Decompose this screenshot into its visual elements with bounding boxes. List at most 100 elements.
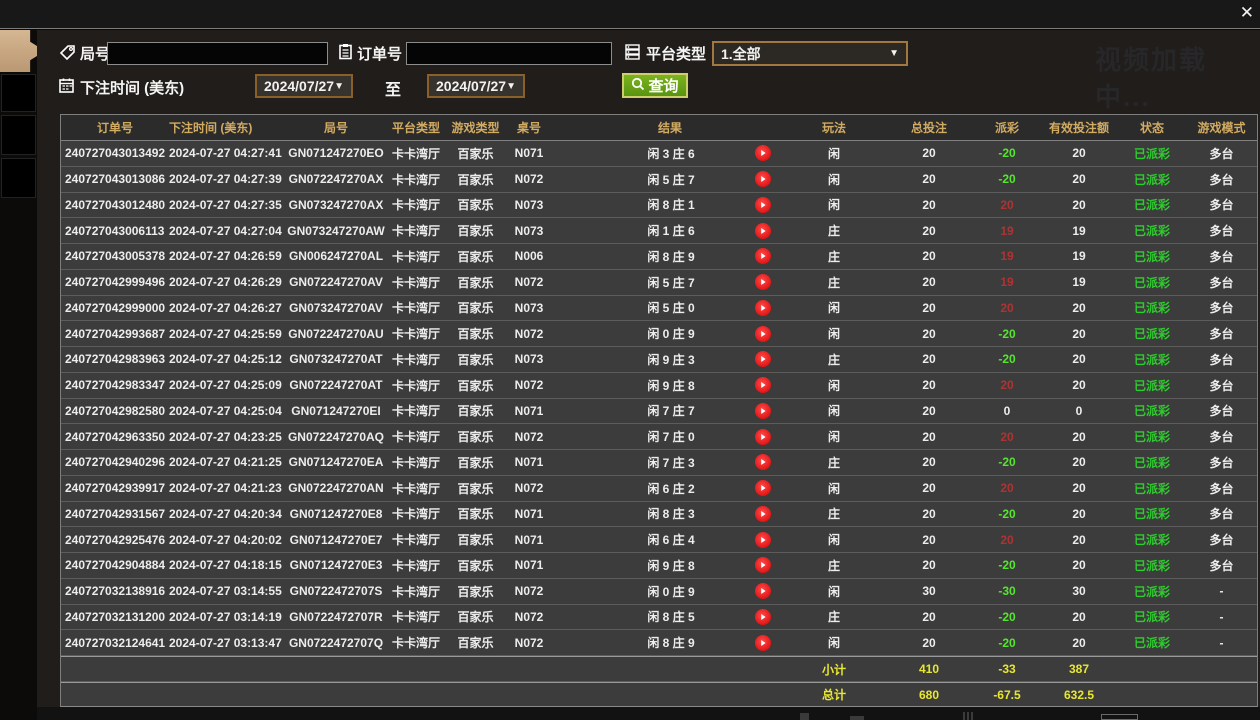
bet-side: 庄 [827, 455, 840, 470]
bet-time: 2024-07-27 04:26:29 [169, 275, 282, 290]
date-to-select[interactable]: 2024/07/27 ▼ [427, 74, 525, 98]
bet-time: 2024-07-27 04:27:35 [169, 197, 282, 212]
replay-video-icon[interactable] [755, 505, 771, 522]
payout: -20 [998, 172, 1016, 187]
replay-video-icon[interactable] [755, 608, 771, 625]
sidebar-item[interactable] [1, 115, 36, 155]
status: 已派彩 [1133, 327, 1170, 342]
window-titlebar: ✕ [0, 0, 1260, 29]
round-id: GN006247270AL [288, 249, 384, 264]
status: 已派彩 [1133, 172, 1170, 187]
game-type: 百家乐 [457, 636, 494, 651]
table-row: 240727042904884 2024-07-27 04:18:15 GN0712… [61, 553, 1257, 579]
replay-video-icon[interactable] [755, 634, 771, 651]
round-filter-label: 局号 [80, 46, 111, 63]
total-bet: 20 [922, 481, 936, 496]
replay-video-icon[interactable] [755, 248, 771, 265]
order-id: 240727043005378 [65, 249, 166, 264]
date-to-value: 2024/07/27 [436, 78, 507, 94]
replay-video-icon[interactable] [755, 325, 771, 342]
replay-video-icon[interactable] [755, 196, 771, 213]
result-text: 闲 5 庄 0 [647, 301, 695, 316]
replay-video-icon[interactable] [755, 351, 771, 368]
replay-video-icon[interactable] [755, 454, 771, 471]
result: 闲 5 庄 7 [554, 274, 786, 291]
total-bet: 20 [922, 146, 936, 161]
order-id: 240727043013086 [65, 172, 166, 187]
platform: 卡卡湾厅 [391, 249, 440, 264]
subtotal-total-bet: 410 [918, 662, 940, 676]
replay-video-icon[interactable] [755, 299, 771, 316]
replay-video-icon[interactable] [755, 480, 771, 497]
replay-video-icon[interactable] [755, 222, 771, 239]
sidebar-item[interactable] [1, 74, 36, 112]
game-type: 百家乐 [457, 455, 494, 470]
table-row: 240727032124641 2024-07-27 03:13:47 GN0722… [61, 630, 1257, 656]
valid-bet: 20 [1072, 352, 1086, 367]
result: 闲 7 庄 7 [554, 402, 786, 419]
bet-side: 闲 [827, 378, 840, 393]
valid-bet: 20 [1072, 635, 1086, 650]
payout: 20 [1000, 532, 1014, 547]
col-header-result: 结果 [657, 120, 682, 135]
bet-side: 闲 [827, 198, 840, 213]
order-input[interactable] [406, 42, 612, 65]
replay-video-icon[interactable] [755, 557, 771, 574]
status: 已派彩 [1133, 404, 1170, 419]
status: 已派彩 [1133, 224, 1170, 239]
bet-side: 闲 [827, 172, 840, 187]
date-from-select[interactable]: 2024/07/27 ▼ [255, 74, 353, 98]
round-id: GN072247270AV [289, 275, 383, 290]
close-icon[interactable]: ✕ [1240, 3, 1254, 23]
bet-side: 庄 [827, 610, 840, 625]
platform: 卡卡湾厅 [391, 584, 440, 599]
round-id: GN071247270EA [288, 455, 384, 470]
result-text: 闲 6 庄 2 [647, 481, 695, 496]
game-type: 百家乐 [457, 404, 494, 419]
table-no: N071 [514, 532, 544, 547]
platform: 卡卡湾厅 [391, 198, 440, 213]
table-row: 240727042940296 2024-07-27 04:21:25 GN0712… [61, 450, 1257, 476]
bet-time: 2024-07-27 04:21:23 [169, 481, 282, 496]
status: 已派彩 [1133, 584, 1170, 599]
status: 已派彩 [1133, 275, 1170, 290]
replay-video-icon[interactable] [755, 377, 771, 394]
subtotal-row: 小计 410 -33 387 [61, 656, 1257, 682]
game-mode: 多台 [1209, 430, 1234, 445]
game-mode: 多台 [1209, 481, 1234, 496]
subtotal-valid-bet: 387 [1068, 662, 1090, 676]
valid-bet: 20 [1072, 172, 1086, 187]
order-id: 240727042940296 [65, 455, 166, 470]
table-body: 240727043013492 2024-07-27 04:27:41 GN0712… [61, 141, 1257, 656]
replay-video-icon[interactable] [755, 402, 771, 419]
valid-bet: 19 [1072, 223, 1086, 238]
replay-video-icon[interactable] [755, 274, 771, 291]
platform: 卡卡湾厅 [391, 533, 440, 548]
round-id: GN0722472707S [289, 584, 383, 599]
table-header-row: 订单号 下注时间 (美东) 局号 平台类型 游戏类型 桌号 结果 玩法 总投注 派彩 有效投注额 状态… [61, 115, 1257, 141]
result: 闲 8 庄 3 [554, 505, 786, 522]
replay-video-icon[interactable] [755, 145, 771, 162]
calendar-icon [58, 77, 75, 94]
video-loading-watermark: 视频加载中... [1095, 45, 1208, 112]
col-header-order-id: 订单号 [96, 121, 133, 135]
bet-side: 闲 [827, 301, 840, 316]
platform-select[interactable]: 1.全部 ▼ [712, 41, 908, 66]
round-input[interactable] [107, 42, 328, 65]
result: 闲 6 庄 4 [554, 531, 786, 548]
platform: 卡卡湾厅 [391, 172, 440, 187]
total-bet: 20 [922, 609, 936, 624]
replay-video-icon[interactable] [755, 583, 771, 600]
order-id: 240727043012480 [65, 197, 166, 212]
replay-video-icon[interactable] [755, 531, 771, 548]
status: 已派彩 [1133, 198, 1170, 213]
bet-side: 闲 [827, 327, 840, 342]
round-id: GN0722472707R [289, 609, 383, 624]
query-button[interactable]: 查询 [622, 73, 688, 98]
replay-video-icon[interactable] [755, 428, 771, 445]
game-type: 百家乐 [457, 249, 494, 264]
bet-side: 闲 [827, 584, 840, 599]
table-no: N071 [514, 455, 544, 470]
sidebar-item[interactable] [1, 158, 36, 198]
replay-video-icon[interactable] [755, 171, 771, 188]
